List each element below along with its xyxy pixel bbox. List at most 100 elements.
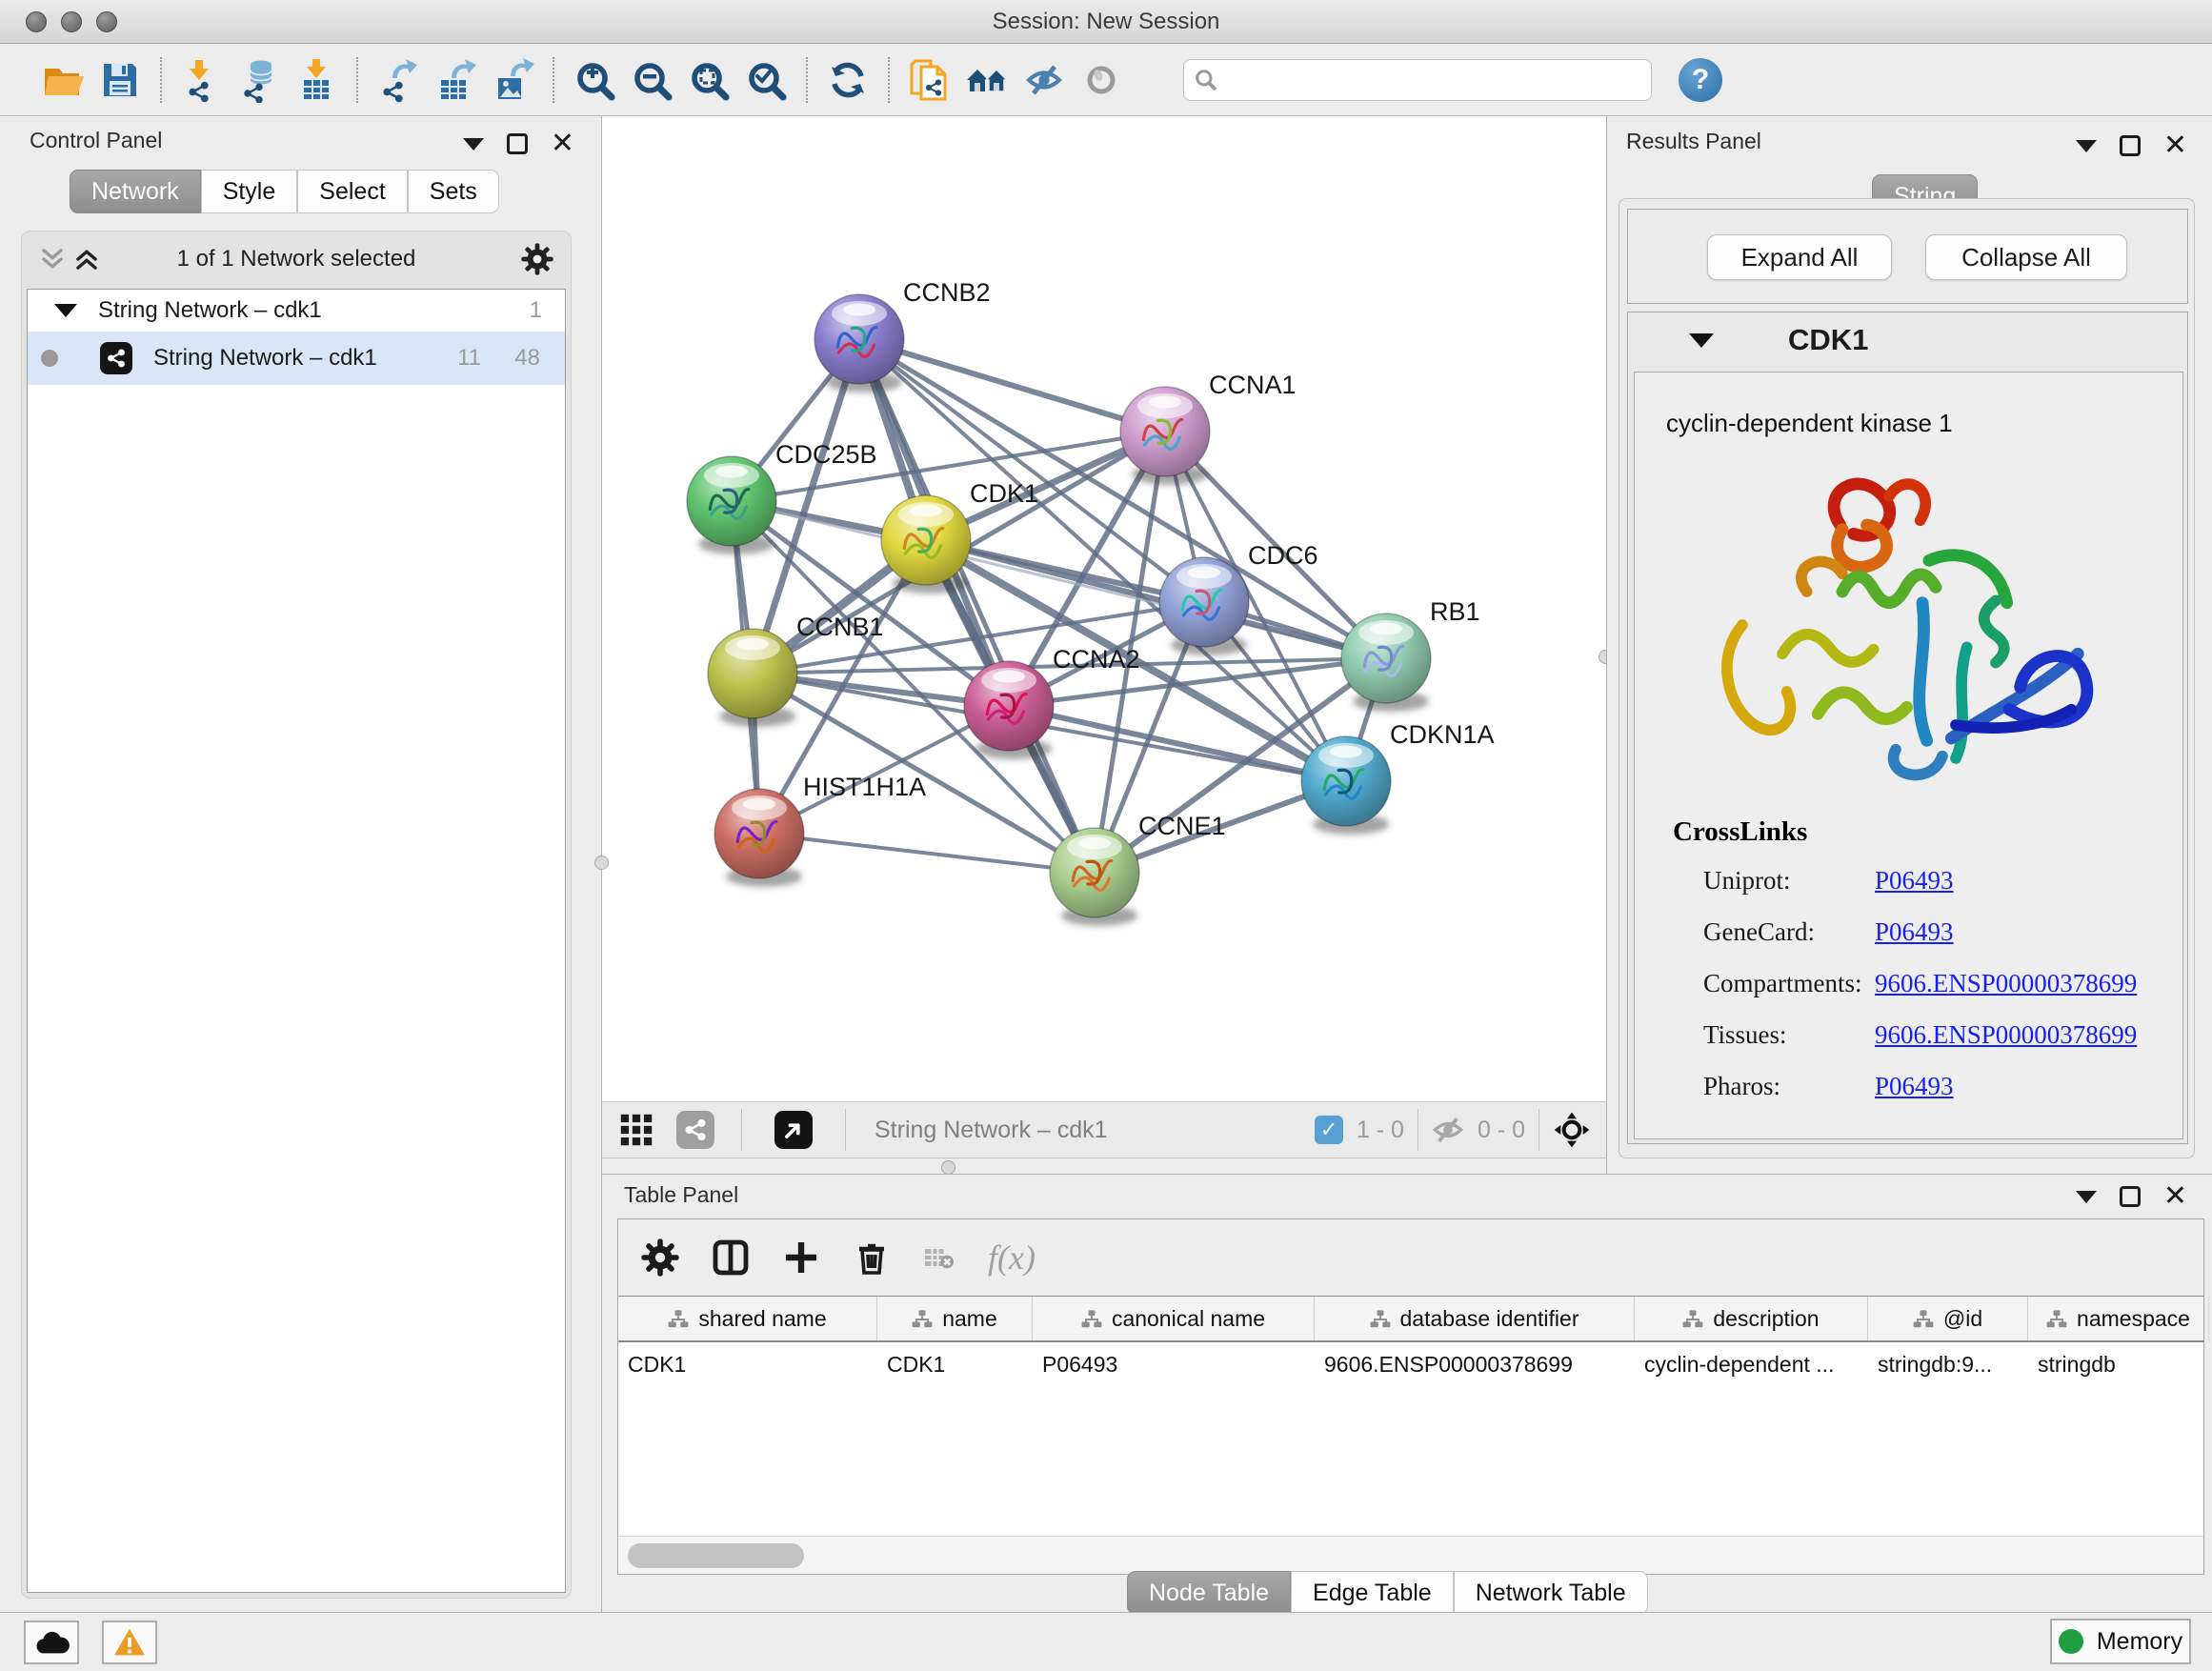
hide-panels-button[interactable]	[1016, 52, 1073, 108]
panel-close-button[interactable]: ✕	[2163, 135, 2187, 156]
collection-expand-caret[interactable]	[54, 304, 77, 317]
add-column-icon[interactable]	[782, 1238, 820, 1277]
tab-select[interactable]: Select	[297, 170, 407, 213]
delete-column-trash-icon[interactable]	[853, 1238, 891, 1277]
column-header-sharedname[interactable]: shared name	[618, 1297, 877, 1340]
export-image-button[interactable]	[484, 52, 541, 108]
tab-style[interactable]: Style	[201, 170, 298, 213]
export-network-button[interactable]	[370, 52, 427, 108]
panel-menu-caret[interactable]	[2076, 1191, 2097, 1203]
tab-sets[interactable]: Sets	[408, 170, 499, 213]
cloud-services-button[interactable]	[24, 1621, 79, 1664]
grid-view-icon[interactable]	[619, 1113, 654, 1147]
birdseye-view-button[interactable]	[774, 1111, 813, 1149]
panel-close-button[interactable]: ✕	[2163, 1186, 2187, 1207]
network-collection-row[interactable]: String Network – cdk1 1	[28, 290, 565, 332]
collapse-all-button[interactable]: Collapse All	[1925, 234, 2127, 280]
search-input[interactable]	[1183, 59, 1652, 101]
network-row-selected[interactable]: String Network – cdk1 11 48	[28, 332, 565, 385]
panel-menu-caret[interactable]	[2076, 140, 2097, 152]
column-header-namespace[interactable]: namespace	[2028, 1297, 2209, 1340]
select-columns-icon[interactable]	[712, 1238, 750, 1277]
presentation-mode-button[interactable]	[1073, 52, 1130, 108]
table-cell[interactable]: P06493	[1033, 1342, 1315, 1386]
table-row[interactable]: CDK1CDK1P064939606.ENSP00000378699cyclin…	[618, 1342, 2203, 1386]
table-cell[interactable]: 9606.ENSP00000378699	[1315, 1342, 1635, 1386]
table-cell[interactable]: cyclin-dependent ...	[1635, 1342, 1868, 1386]
column-header-databaseidentifier[interactable]: database identifier	[1315, 1297, 1635, 1340]
table-cell[interactable]: stringdb:9...	[1868, 1342, 2028, 1386]
left-splitter-handle[interactable]	[594, 856, 609, 870]
table-horizontal-scrollbar[interactable]	[618, 1536, 2203, 1574]
table-cell[interactable]: CDK1	[618, 1342, 877, 1386]
tab-network-table[interactable]: Network Table	[1454, 1571, 1648, 1615]
zoom-fit-button[interactable]	[680, 52, 737, 108]
fit-content-crosshair-icon[interactable]	[1553, 1111, 1591, 1149]
table-panel-title: Table Panel	[624, 1182, 738, 1208]
network-node-CDKN1A[interactable]: CDKN1A	[1301, 720, 1495, 835]
network-view-icon[interactable]	[676, 1111, 714, 1149]
column-type-icon	[1682, 1309, 1703, 1328]
tab-network[interactable]: Network	[70, 170, 201, 213]
zoom-out-button[interactable]	[623, 52, 680, 108]
open-session-button[interactable]	[34, 52, 91, 108]
crosslink-link[interactable]: P06493	[1875, 1072, 1954, 1101]
hidden-items-eye-icon[interactable]	[1432, 1114, 1464, 1146]
network-node-HIST1H1A[interactable]: HIST1H1A	[714, 773, 926, 887]
network-node-CDC6[interactable]: CDC6	[1159, 541, 1318, 655]
table-settings-gear-icon[interactable]	[641, 1238, 679, 1277]
export-table-button[interactable]	[427, 52, 484, 108]
panel-menu-caret[interactable]	[463, 138, 484, 151]
panel-float-button[interactable]	[2120, 1186, 2141, 1207]
tab-edge-table[interactable]: Edge Table	[1291, 1571, 1454, 1615]
panel-float-button[interactable]	[507, 133, 528, 154]
warnings-button[interactable]	[102, 1621, 157, 1664]
tab-node-table[interactable]: Node Table	[1127, 1571, 1291, 1615]
refresh-button[interactable]	[819, 52, 876, 108]
selected-nodes-checkbox[interactable]: ✓	[1315, 1116, 1343, 1144]
network-tree: String Network – cdk1 1 String Network –…	[27, 289, 566, 1593]
zoom-in-button[interactable]	[566, 52, 623, 108]
import-network-file-button[interactable]	[173, 52, 231, 108]
function-builder-icon[interactable]: f(x)	[988, 1238, 1036, 1278]
scrollbar-thumb[interactable]	[628, 1543, 804, 1568]
crosslink-link[interactable]: 9606.ENSP00000378699	[1875, 969, 2137, 998]
crosslink-row: GeneCard:P06493	[1635, 917, 2182, 969]
network-node-CDK1[interactable]: CDK1	[881, 479, 1038, 594]
protein-structure-image	[1671, 458, 2147, 792]
network-current-dot	[41, 350, 58, 367]
network-graph: CCNB2CCNA1CDC25BCDK1CDC6RB1CCNB1CCNA2CDK…	[602, 116, 1606, 1101]
horizontal-splitter-handle[interactable]	[941, 1160, 955, 1175]
crosslink-link[interactable]: 9606.ENSP00000378699	[1875, 1020, 2137, 1050]
gene-entry-header[interactable]: CDK1	[1628, 312, 2187, 368]
network-node-RB1[interactable]: RB1	[1341, 597, 1480, 712]
panel-float-button[interactable]	[2120, 135, 2141, 156]
panel-close-button[interactable]: ✕	[551, 133, 574, 154]
network-options-gear-icon[interactable]	[521, 243, 553, 275]
gene-collapse-caret[interactable]	[1689, 333, 1714, 348]
network-edge[interactable]	[859, 339, 1165, 432]
show-home-panels-button[interactable]	[958, 52, 1016, 108]
network-view-canvas[interactable]: CCNB2CCNA1CDC25BCDK1CDC6RB1CCNB1CCNA2CDK…	[602, 116, 1606, 1101]
save-session-button[interactable]	[91, 52, 149, 108]
column-header-id[interactable]: @id	[1868, 1297, 2028, 1340]
network-node-CCNB2[interactable]: CCNB2	[814, 278, 991, 393]
crosslink-link[interactable]: P06493	[1875, 866, 1954, 896]
expand-all-button[interactable]: Expand All	[1707, 234, 1892, 280]
table-cell[interactable]: stringdb	[2028, 1342, 2209, 1386]
save-floppy-icon	[97, 57, 143, 103]
import-network-database-button[interactable]	[231, 52, 288, 108]
column-header-name[interactable]: name	[877, 1297, 1033, 1340]
memory-status-button[interactable]: Memory	[2050, 1619, 2191, 1664]
crosslink-link[interactable]: P06493	[1875, 917, 1954, 947]
help-button[interactable]: ?	[1679, 58, 1722, 102]
clone-network-button[interactable]	[901, 52, 958, 108]
zoom-selected-button[interactable]	[737, 52, 794, 108]
table-cell[interactable]: CDK1	[877, 1342, 1033, 1386]
column-header-canonicalname[interactable]: canonical name	[1033, 1297, 1315, 1340]
network-edge[interactable]	[759, 834, 1095, 873]
network-node-CCNA1[interactable]: CCNA1	[1120, 371, 1297, 485]
import-table-button[interactable]	[288, 52, 345, 108]
column-header-description[interactable]: description	[1635, 1297, 1868, 1340]
delete-table-icon[interactable]	[923, 1243, 955, 1272]
